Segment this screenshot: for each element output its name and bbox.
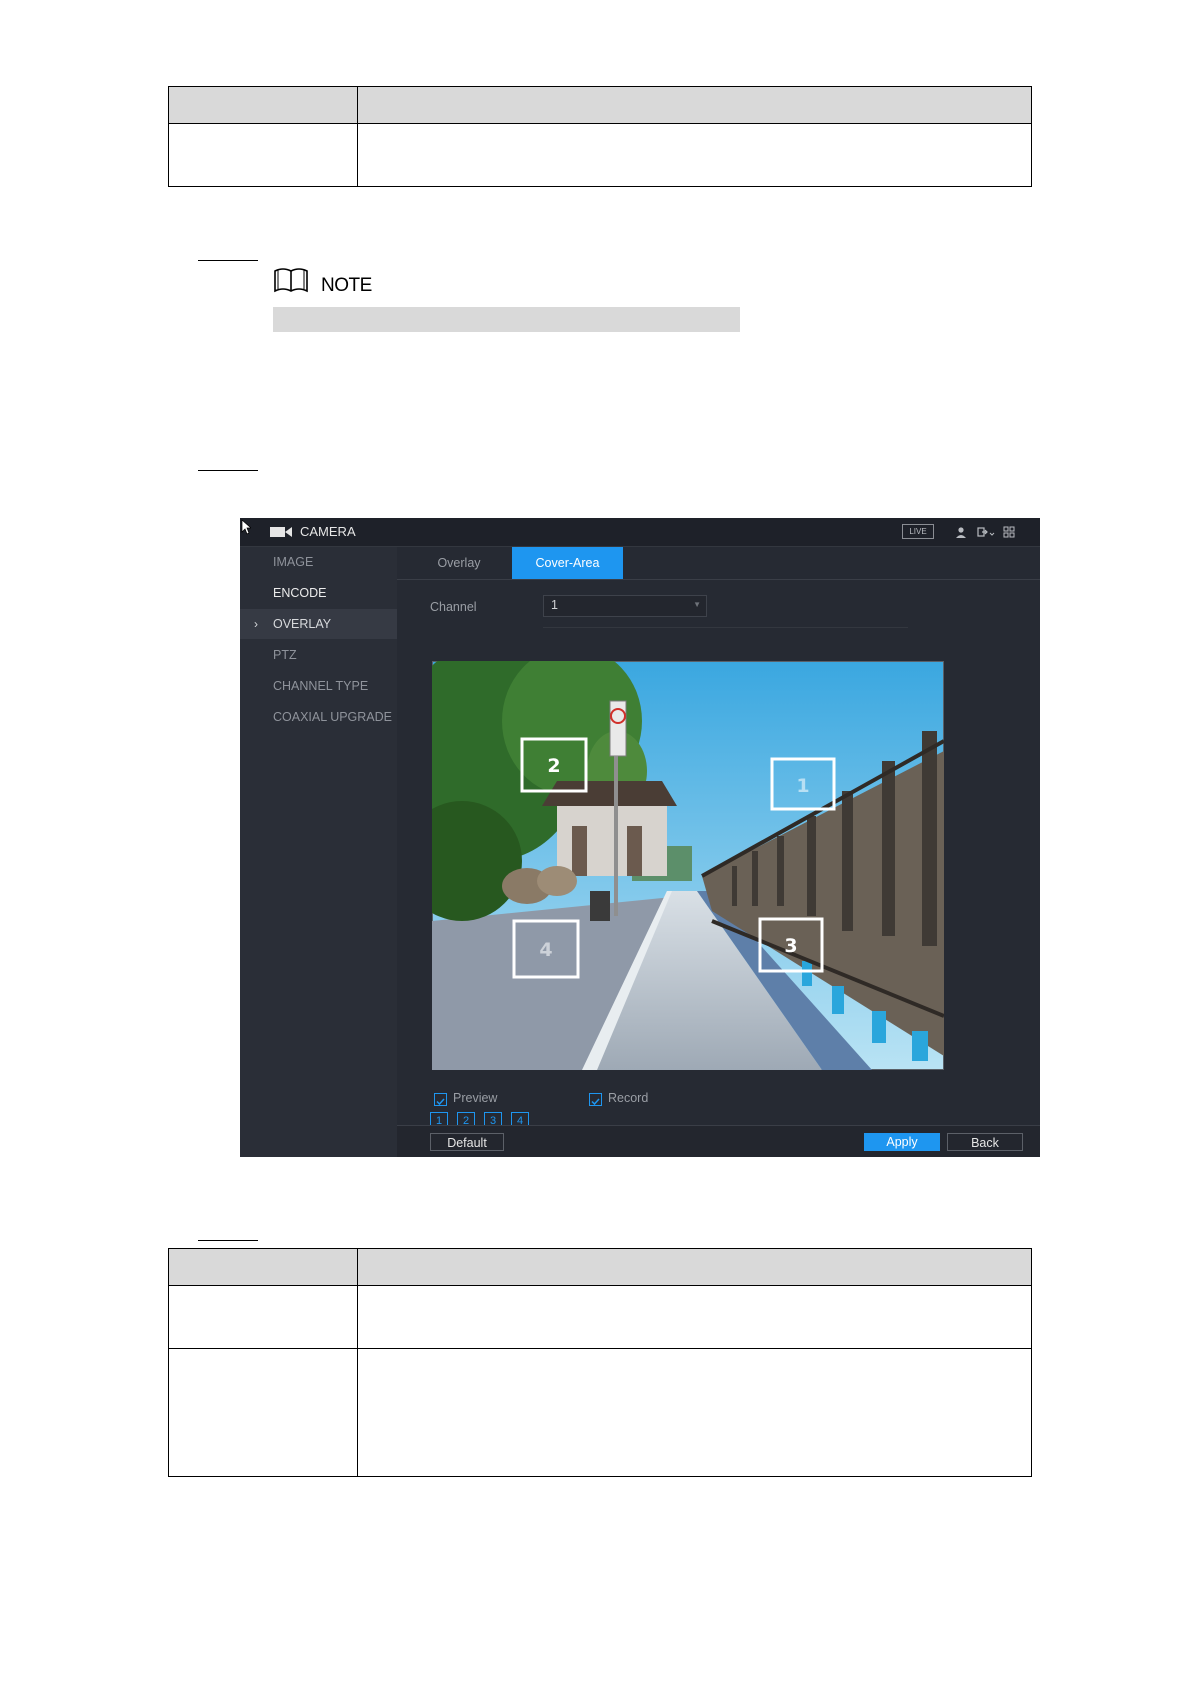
book-icon xyxy=(274,268,308,293)
note-highlight-bar xyxy=(273,307,740,332)
default-button[interactable]: Default xyxy=(430,1133,504,1151)
cover-area-label: 1 xyxy=(796,775,809,797)
cover-area-label: 2 xyxy=(547,755,560,777)
checkmark-icon xyxy=(591,1098,600,1106)
tab-overlay[interactable]: Overlay xyxy=(405,547,513,579)
parameter-table-top xyxy=(168,86,1032,187)
live-button[interactable]: LIVE xyxy=(902,524,934,539)
sidebar-item-image[interactable]: IMAGE xyxy=(240,547,397,577)
preview-label: Preview xyxy=(453,1091,498,1105)
cover-area-label: 4 xyxy=(539,939,552,961)
record-label: Record xyxy=(608,1091,649,1105)
back-button[interactable]: Back xyxy=(947,1133,1023,1151)
table-cell xyxy=(168,123,358,187)
table-cell xyxy=(168,1348,358,1477)
sidebar-item-label: OVERLAY xyxy=(273,617,332,631)
chevron-down-icon: ▼ xyxy=(693,600,701,609)
chevron-right-icon: › xyxy=(254,617,258,631)
camera-preview[interactable]: 2 1 4 3 xyxy=(432,661,944,1070)
mouse-cursor-icon xyxy=(241,519,251,535)
camera-icon xyxy=(270,527,292,537)
step-marker-line xyxy=(198,1240,258,1241)
table-cell xyxy=(357,1285,1032,1349)
table-cell xyxy=(357,1348,1032,1477)
channel-label: Channel xyxy=(430,600,477,614)
table-cell xyxy=(357,123,1032,187)
tab-bar: Overlay Cover-Area xyxy=(397,547,1040,580)
app-title: CAMERA xyxy=(300,524,356,539)
table-header-cell xyxy=(168,1248,358,1286)
title-bar: CAMERA LIVE xyxy=(240,518,1040,547)
grid-icon[interactable] xyxy=(1003,526,1015,538)
channel-select[interactable]: 1 ▼ xyxy=(543,595,707,617)
apply-button[interactable]: Apply xyxy=(864,1133,940,1151)
step-marker-line xyxy=(198,470,258,471)
sidebar-item-overlay[interactable]: › OVERLAY xyxy=(240,609,397,639)
sidebar-item-channel-type[interactable]: CHANNEL TYPE xyxy=(240,671,397,701)
logout-icon[interactable] xyxy=(977,526,995,538)
divider xyxy=(543,627,908,628)
table-header-cell xyxy=(357,86,1032,124)
table-header-cell xyxy=(168,86,358,124)
parameter-table-bottom xyxy=(168,1248,1032,1477)
preview-checkbox[interactable] xyxy=(434,1093,447,1106)
sidebar-item-encode[interactable]: ENCODE xyxy=(240,578,397,608)
checkmark-icon xyxy=(436,1098,445,1106)
main-panel: Overlay Cover-Area Channel 1 ▼ 2 1 4 3 P… xyxy=(397,547,1040,1157)
step-marker-line xyxy=(198,260,258,261)
cover-area-label: 3 xyxy=(784,935,797,957)
sidebar-item-coaxial-upgrade[interactable]: COAXIAL UPGRADE xyxy=(240,702,397,732)
record-checkbox[interactable] xyxy=(589,1093,602,1106)
user-icon[interactable] xyxy=(955,526,967,538)
tab-cover-area[interactable]: Cover-Area xyxy=(512,547,623,579)
camera-ui-screenshot: CAMERA LIVE IMAGE ENCODE › OVERLAY PTZ C… xyxy=(240,518,1040,1157)
button-bar: Default Apply Back xyxy=(397,1125,1040,1157)
channel-value: 1 xyxy=(551,598,558,612)
table-cell xyxy=(168,1285,358,1349)
sidebar: IMAGE ENCODE › OVERLAY PTZ CHANNEL TYPE … xyxy=(240,547,397,1157)
note-title: NOTE xyxy=(321,275,372,296)
table-header-cell xyxy=(357,1248,1032,1286)
sidebar-item-ptz[interactable]: PTZ xyxy=(240,640,397,670)
